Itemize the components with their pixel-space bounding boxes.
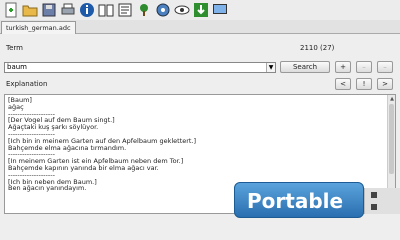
explanation-line: Bahçemde elma ağacına tırmandım. [8,143,127,152]
vocabulary-icon[interactable] [116,1,134,19]
save-icon[interactable] [40,1,58,19]
clear-button[interactable]: – [377,61,393,73]
tab-turkish-german[interactable]: turkish_german.adc [1,21,76,34]
term-value: baum [7,63,27,71]
term-label: Term [6,44,23,52]
download-icon[interactable] [192,1,210,19]
prev-button[interactable]: < [335,78,351,90]
term-input[interactable]: baum ▼ [4,62,276,73]
open-folder-icon[interactable] [21,1,39,19]
view-icon[interactable] [173,1,191,19]
mark-button[interactable]: ! [356,78,372,90]
next-button[interactable]: > [377,78,393,90]
explanation-line: Bahçemde kapının yanında bir elma ağacı … [8,163,159,172]
corner-panel [364,188,400,214]
portable-badge: Portable [234,182,364,218]
print-icon[interactable] [59,1,77,19]
scrollbar-thumb[interactable] [389,104,394,174]
explanation-line: [Baum] [8,96,32,104]
search-button[interactable]: Search [280,61,330,73]
square-icon [371,204,377,210]
toolbar [0,0,400,20]
tree-icon[interactable] [135,1,153,19]
term-count: 2110 (27) [300,44,335,52]
new-icon[interactable] [2,1,20,19]
tab-bar: turkish_german.adc [0,20,400,34]
screen-icon[interactable] [211,1,229,19]
remove-button[interactable]: – [356,61,372,73]
explanation-label: Explanation [6,80,48,88]
square-icon [371,192,377,198]
chevron-up-icon[interactable]: ▲ [388,95,395,103]
add-button[interactable]: + [335,61,351,73]
chevron-down-icon[interactable]: ▼ [266,63,275,72]
info-icon[interactable] [78,1,96,19]
settings-icon[interactable] [154,1,172,19]
explanation-line: Ağaçtaki kuş şarkı söylüyor. [8,123,99,132]
book-icon[interactable] [97,1,115,19]
explanation-line: ağaç [8,102,24,111]
